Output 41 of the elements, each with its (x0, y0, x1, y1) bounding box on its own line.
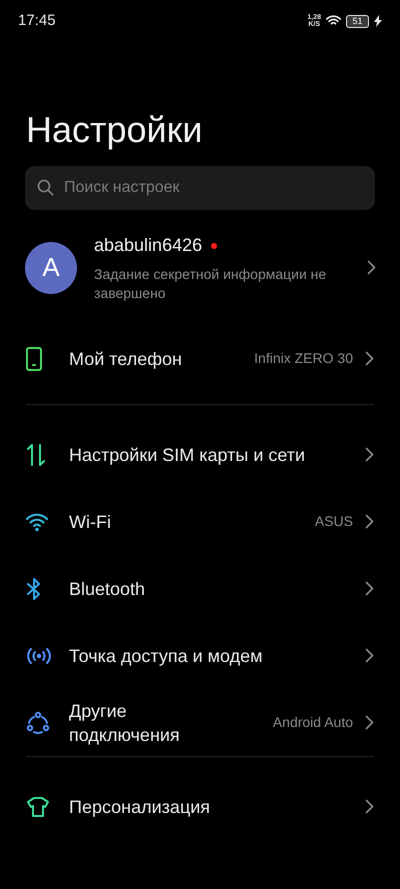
chevron-icon (365, 715, 374, 730)
item-value: Android Auto (272, 713, 353, 732)
item-label: Мой телефон (69, 348, 183, 370)
hotspot-icon (26, 646, 52, 664)
settings-item[interactable]: Мой телефон Infinix ZERO 30 (26, 325, 374, 392)
connections-icon (26, 710, 50, 734)
chevron-icon (365, 351, 374, 366)
item-label: Wi-Fi (69, 510, 112, 534)
item-label: Точка доступа и модем (69, 644, 264, 668)
settings-item[interactable]: Персонализация (26, 773, 374, 840)
search-field[interactable]: Поиск настроек (25, 166, 375, 210)
shirt-icon (26, 796, 50, 818)
settings-item[interactable]: Bluetooth (26, 555, 374, 622)
item-label: Bluetooth (69, 578, 146, 600)
item-label: Персонализация (69, 796, 212, 818)
account-row[interactable]: A ababulin6426 Задание секретной информации не завершено (0, 232, 400, 303)
wifi-icon (326, 15, 341, 27)
chevron-icon (365, 447, 374, 462)
bluetooth-icon (26, 578, 42, 600)
chevron-icon (365, 648, 374, 663)
account-name: ababulin6426 (94, 234, 202, 257)
chevron-icon (365, 581, 374, 596)
chevron-icon (365, 799, 374, 814)
settings-item[interactable]: Настройки SIM карты и сети (26, 421, 374, 488)
wifi-icon (26, 512, 48, 530)
settings-item[interactable]: Точка доступа и модем (26, 622, 374, 689)
chevron-icon (365, 514, 374, 529)
chevron-icon (367, 260, 376, 275)
item-value: Infinix ZERO 30 (254, 349, 353, 368)
item-value: ASUS (314, 512, 353, 531)
settings-item[interactable]: Другие подключения Android Auto (26, 689, 374, 756)
avatar: A (25, 242, 77, 294)
settings-item[interactable]: Wi-Fi ASUS (26, 488, 374, 555)
battery-indicator: 51 (346, 14, 369, 28)
account-subtitle: Задание секретной информации не завершено (94, 265, 328, 303)
item-label: Другие подключения (69, 700, 181, 746)
page-title: Настройки (26, 112, 204, 148)
phone-icon (26, 346, 42, 370)
clock: 17:45 (18, 10, 56, 31)
search-icon (37, 179, 54, 196)
item-label: Настройки SIM карты и сети (69, 444, 306, 466)
